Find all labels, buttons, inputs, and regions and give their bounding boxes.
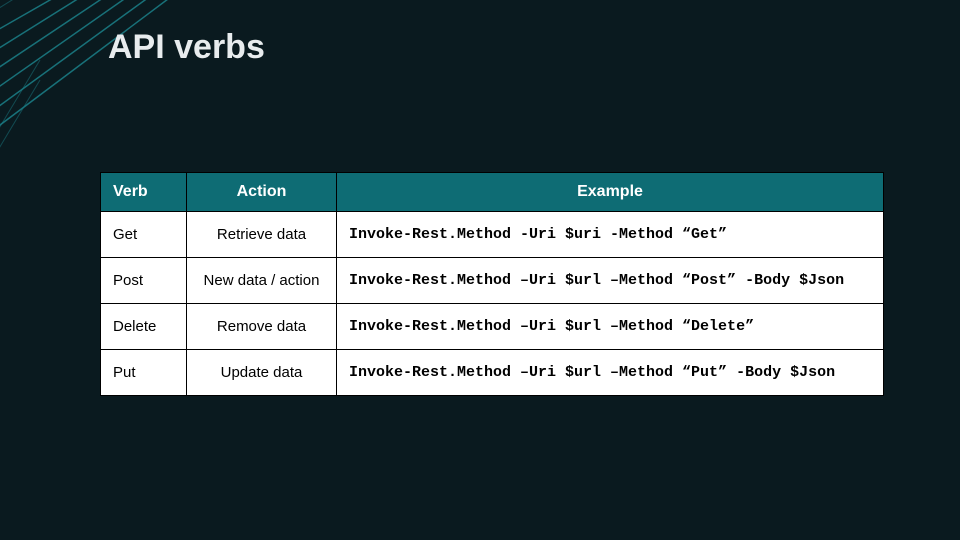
cell-action: New data / action xyxy=(187,258,337,304)
table-row: Put Update data Invoke-Rest.Method –Uri … xyxy=(101,350,884,396)
header-example: Example xyxy=(337,173,884,212)
cell-verb: Delete xyxy=(101,304,187,350)
table-header-row: Verb Action Example xyxy=(101,173,884,212)
cell-example: Invoke-Rest.Method –Uri $url –Method “Po… xyxy=(337,258,884,304)
cell-example: Invoke-Rest.Method -Uri $uri -Method “Ge… xyxy=(337,212,884,258)
cell-verb: Put xyxy=(101,350,187,396)
page-title: API verbs xyxy=(108,28,265,67)
cell-example: Invoke-Rest.Method –Uri $url –Method “De… xyxy=(337,304,884,350)
cell-action: Remove data xyxy=(187,304,337,350)
table-row: Post New data / action Invoke-Rest.Metho… xyxy=(101,258,884,304)
header-action: Action xyxy=(187,173,337,212)
api-verbs-table: Verb Action Example Get Retrieve data In… xyxy=(100,172,884,396)
table-row: Delete Remove data Invoke-Rest.Method –U… xyxy=(101,304,884,350)
cell-action: Retrieve data xyxy=(187,212,337,258)
cell-verb: Get xyxy=(101,212,187,258)
cell-verb: Post xyxy=(101,258,187,304)
cell-example: Invoke-Rest.Method –Uri $url –Method “Pu… xyxy=(337,350,884,396)
cell-action: Update data xyxy=(187,350,337,396)
table-row: Get Retrieve data Invoke-Rest.Method -Ur… xyxy=(101,212,884,258)
header-verb: Verb xyxy=(101,173,187,212)
